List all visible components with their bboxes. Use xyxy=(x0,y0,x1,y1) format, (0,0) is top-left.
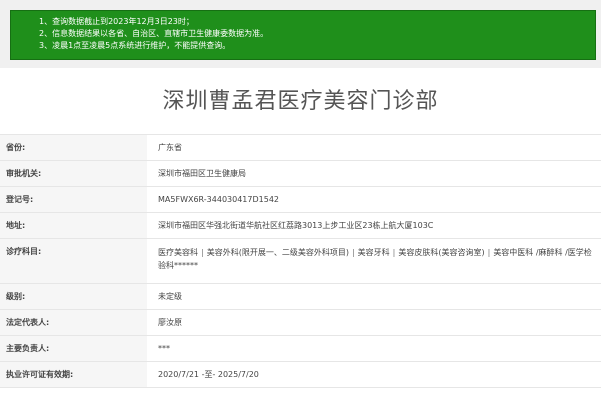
field-label: 省份: xyxy=(0,135,147,160)
row-license-validity: 执业许可证有效期: 2020/7/21 -至- 2025/7/20 xyxy=(0,361,601,388)
department-item: 美容外科(限开展一、二级美容外科项目) xyxy=(206,248,349,257)
page-title: 深圳曹孟君医疗美容门诊部 xyxy=(162,89,439,114)
row-province: 省份: 广东省 xyxy=(0,134,601,160)
notice-line: 3、凌晨1点至凌晨5点系统进行维护，不能提供查询。 xyxy=(39,41,231,50)
row-address: 地址: 深圳市福田区华强北街道华航社区红荔路3013上步工业区23栋上航大厦10… xyxy=(0,212,601,238)
field-value: *** xyxy=(150,336,601,361)
row-level: 级别: 未定级 xyxy=(0,283,601,309)
field-value: 2020/7/21 -至- 2025/7/20 xyxy=(150,362,601,387)
department-item: 医疗美容科 xyxy=(158,248,198,257)
row-principal: 主要负责人: *** xyxy=(0,335,601,361)
notice-line: 2、信息数据结果以各省、自治区、直辖市卫生健康委数据为准。 xyxy=(39,29,269,38)
field-label: 诊疗科目: xyxy=(0,239,147,283)
field-label: 地址: xyxy=(0,213,147,238)
row-approval-authority: 审批机关: 深圳市福田区卫生健康局 xyxy=(0,160,601,186)
row-legal-representative: 法定代表人: 廖汝原 xyxy=(0,309,601,335)
field-value: 深圳市福田区华强北街道华航社区红荔路3013上步工业区23栋上航大厦103C xyxy=(150,213,601,238)
field-label: 主要负责人: xyxy=(0,336,147,361)
field-label: 级别: xyxy=(0,284,147,309)
field-label: 执业许可证有效期: xyxy=(0,362,147,387)
row-registration-no: 登记号: MA5FWX6R-344030417D1542 xyxy=(0,186,601,212)
field-value: 未定级 xyxy=(150,284,601,309)
department-item: 美容牙科 xyxy=(357,248,390,257)
field-label: 法定代表人: xyxy=(0,310,147,335)
field-value: 医疗美容科 | 美容外科(限开展一、二级美容外科项目) | 美容牙科 | 美容皮肤科(美容咨… xyxy=(150,239,601,283)
notice-banner: 1、查询数据截止到2023年12月3日23时； 2、信息数据结果以各省、自治区、… xyxy=(10,10,596,60)
field-value: 深圳市福田区卫生健康局 xyxy=(150,161,601,186)
detail-panel: 深圳曹孟君医疗美容门诊部 省份: 广东省 审批机关: 深圳市福田区卫生健康局 登… xyxy=(0,68,601,400)
notice-line: 1、查询数据截止到2023年12月3日23时； xyxy=(39,17,194,26)
field-label: 审批机关: xyxy=(0,161,147,186)
field-value: MA5FWX6R-344030417D1542 xyxy=(150,187,601,212)
department-item: 美容皮肤科(美容咨询室) xyxy=(398,248,485,257)
field-label: 登记号: xyxy=(0,187,147,212)
field-value: 广东省 xyxy=(150,135,601,160)
info-table: 省份: 广东省 审批机关: 深圳市福田区卫生健康局 登记号: MA5FWX6R-… xyxy=(0,134,601,388)
field-value: 廖汝原 xyxy=(150,310,601,335)
row-departments: 诊疗科目: 医疗美容科 | 美容外科(限开展一、二级美容外科项目) | 美容牙科 | 美容皮… xyxy=(0,238,601,283)
